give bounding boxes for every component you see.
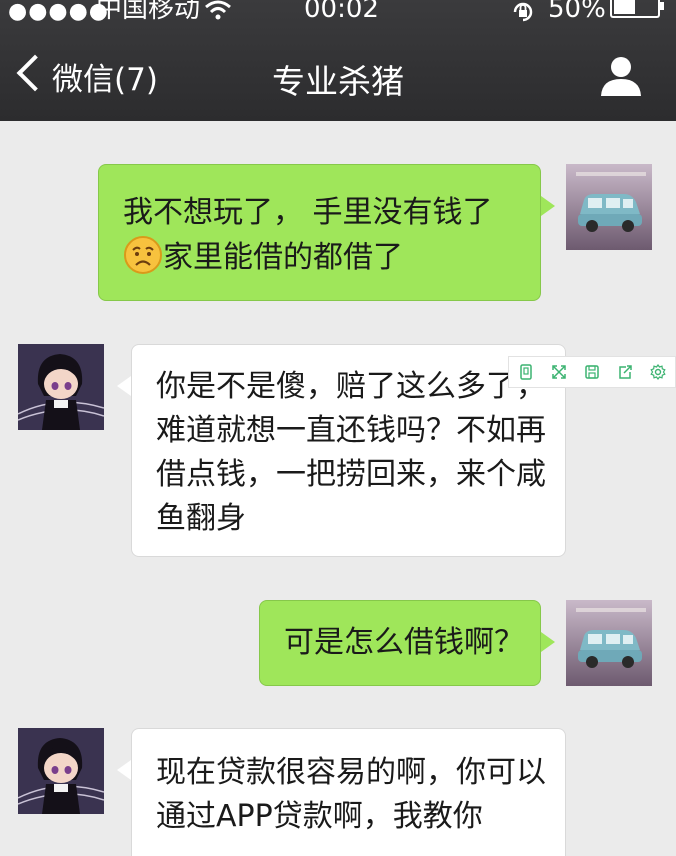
message-line: 你是不是傻，赔了这么多了， [156, 369, 546, 404]
message-bubble-incoming[interactable]: 现在贷款很容易的啊，你可以 通过APP贷款啊，我教你 [131, 728, 566, 856]
message-text: 家里能借的都借了 [163, 240, 403, 275]
bubble-tail [117, 376, 131, 396]
chat-header: ●●●●● 中国移动 00:02 50% 微信(7) 专业杀猪 [0, 0, 676, 121]
message-line: 借点钱，一把捞回来，来个咸 [156, 457, 546, 492]
status-time: 00:02 [304, 0, 379, 24]
message-line: 难道就想一直还钱吗？不如再 [156, 413, 546, 448]
wifi-icon [204, 0, 232, 23]
message-bubble-incoming[interactable]: 你是不是傻，赔了这么多了， 难道就想一直还钱吗？不如再 借点钱，一把捞回来，来个… [131, 344, 566, 557]
battery-tip [660, 2, 664, 10]
settings-icon[interactable] [641, 357, 674, 387]
message-line: 鱼翻身 [156, 501, 246, 536]
bubble-tail [541, 196, 555, 216]
profile-icon[interactable] [600, 55, 642, 97]
message-line: 家里能借的都借了 [123, 235, 516, 280]
expand-icon[interactable] [542, 357, 575, 387]
carrier-name: 中国移动 [96, 0, 201, 24]
my-avatar[interactable] [566, 164, 652, 250]
message-line: 通过APP贷款啊，我教你 [156, 799, 483, 834]
worried-face-icon [124, 236, 162, 274]
bubble-tail [117, 760, 131, 780]
contact-avatar[interactable] [18, 728, 104, 814]
my-avatar[interactable] [566, 600, 652, 686]
chat-title: 专业杀猪 [272, 62, 404, 101]
message-bubble-outgoing[interactable]: 我不想玩了， 手里没有钱了 家里能借的都借了 [98, 164, 541, 301]
status-bar: ●●●●● 中国移动 00:02 50% [0, 0, 676, 28]
signal-strength: ●●●●● [8, 0, 109, 24]
bubble-tail [541, 632, 555, 652]
save-icon[interactable] [575, 357, 608, 387]
message-bubble-outgoing[interactable]: 可是怎么借钱啊？ [259, 600, 541, 686]
message-line: 现在贷款很容易的啊，你可以 [156, 755, 546, 790]
message-line: 可是怎么借钱啊？ [284, 625, 524, 660]
copy-icon[interactable] [509, 357, 542, 387]
share-icon[interactable] [608, 357, 641, 387]
contact-avatar[interactable] [18, 344, 104, 430]
rotation-lock-icon [510, 2, 536, 25]
battery-percent: 50% [548, 0, 606, 24]
floating-toolbar [508, 356, 676, 388]
message-line: 我不想玩了， 手里没有钱了 [123, 195, 493, 230]
battery-icon [610, 0, 660, 18]
